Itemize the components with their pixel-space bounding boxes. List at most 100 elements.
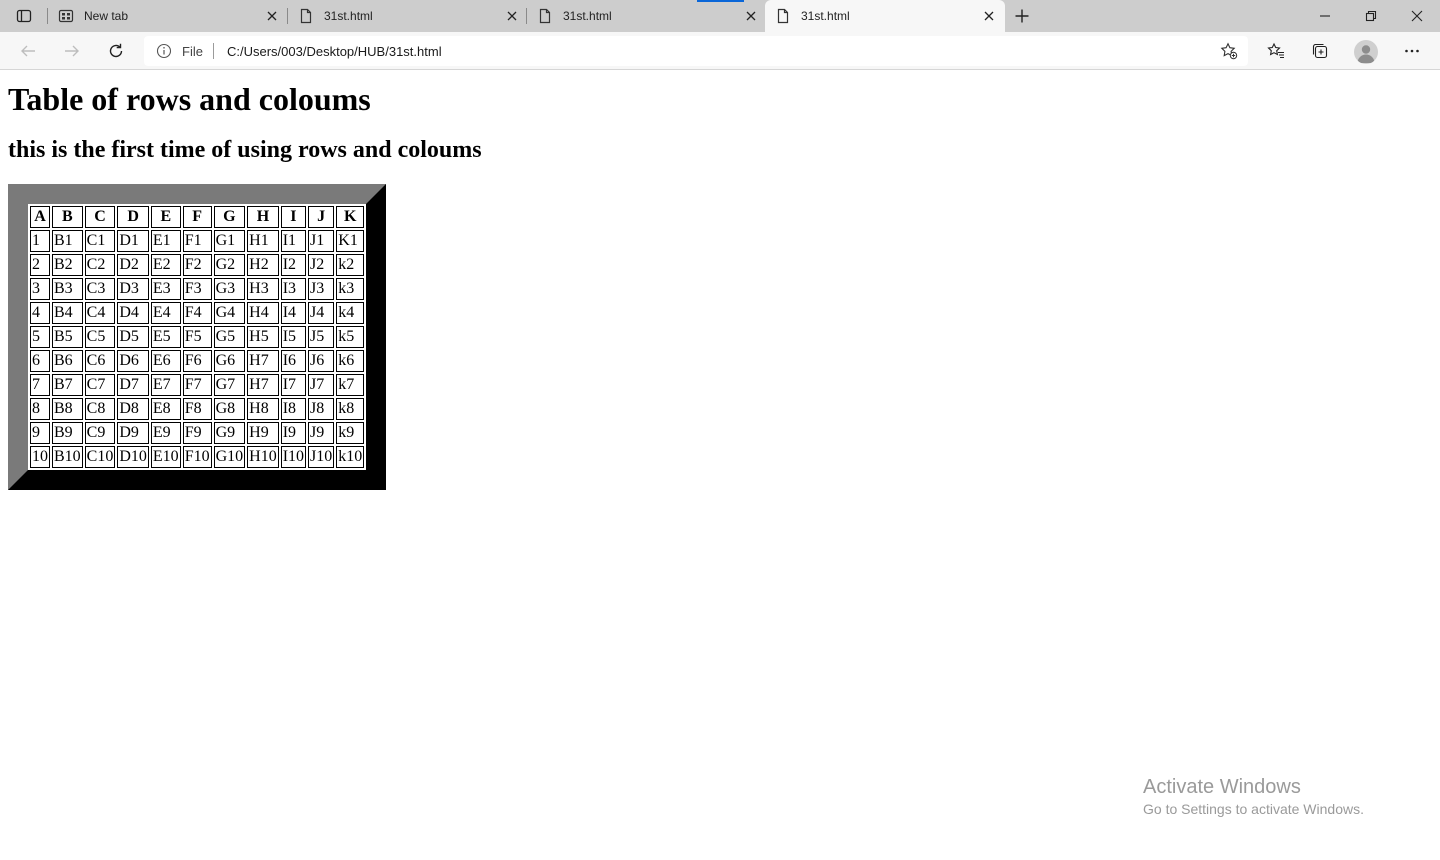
table-cell: C6 — [84, 350, 116, 372]
table-cell: G8 — [213, 398, 246, 420]
table-cell: E5 — [150, 326, 181, 348]
minimize-icon — [1320, 15, 1330, 17]
table-cell: G1 — [213, 230, 246, 252]
table-cell: G10 — [213, 446, 246, 468]
table-cell: D8 — [117, 398, 149, 420]
table-cell: J5 — [308, 326, 335, 348]
table-body: 1 B1 C1 D1 E1 F1 G1 H1 I1 J1 K1 2 B2 C2 D2 E2 F2 G2 H2 I2 J2… — [30, 230, 365, 468]
settings-more-button[interactable] — [1396, 36, 1428, 66]
table-cell: B5 — [52, 326, 83, 348]
page-subheading: this is the first time of using rows and… — [8, 137, 482, 163]
table-cell: C10 — [84, 446, 116, 468]
table-cell: k5 — [336, 326, 365, 348]
table-row: 5 B5 C5 D5 E5 F5 G5 H5 I5 J5 k5 — [30, 326, 365, 348]
favorites-button[interactable] — [1260, 36, 1292, 66]
close-tab-icon[interactable] — [743, 8, 759, 24]
table-cell: 7 — [30, 374, 50, 396]
tab-title: New tab — [84, 9, 129, 23]
address-bar[interactable]: File C:/Users/003/Desktop/HUB/31st.html — [144, 36, 1248, 66]
tab-31st-html-1[interactable]: 31st.html — [288, 0, 528, 32]
table-cell: E9 — [150, 422, 181, 444]
table-row: 9 B9 C9 D9 E9 F9 G9 H9 I9 J9 k9 — [30, 422, 365, 444]
table-cell: C8 — [84, 398, 116, 420]
back-button[interactable] — [12, 36, 44, 66]
table-cell: G4 — [213, 302, 246, 324]
add-favorite-star-icon[interactable] — [1220, 42, 1238, 60]
column-header: F — [182, 206, 212, 228]
table-cell: B10 — [52, 446, 83, 468]
document-icon — [539, 8, 551, 24]
table-row: 1 B1 C1 D1 E1 F1 G1 H1 I1 J1 K1 — [30, 230, 365, 252]
table-cell: C3 — [84, 278, 116, 300]
table-cell: H5 — [247, 326, 279, 348]
rows-columns-table: ABCDEFGHIJK 1 B1 C1 D1 E1 F1 G1 H1 I1 J1 K1 2 B2 C2 D2… — [8, 184, 387, 490]
table-cell: B7 — [52, 374, 83, 396]
refresh-button[interactable] — [100, 36, 132, 66]
url-text[interactable]: C:/Users/003/Desktop/HUB/31st.html — [227, 44, 442, 59]
table-cell: 4 — [30, 302, 50, 324]
close-window-button[interactable] — [1394, 0, 1440, 32]
table-cell: I9 — [280, 422, 307, 444]
close-tab-icon[interactable] — [981, 8, 997, 24]
table-cell: I3 — [280, 278, 307, 300]
table-cell: D9 — [117, 422, 149, 444]
table-cell: E4 — [150, 302, 181, 324]
table-cell: D4 — [117, 302, 149, 324]
table-row: 2 B2 C2 D2 E2 F2 G2 H2 I2 J2 k2 — [30, 254, 365, 276]
table-cell: F4 — [182, 302, 212, 324]
tab-31st-html-2[interactable]: 31st.html — [527, 0, 767, 32]
minimize-button[interactable] — [1302, 0, 1348, 32]
table-cell: F1 — [182, 230, 212, 252]
column-header: I — [280, 206, 307, 228]
new-tab-button[interactable] — [1008, 4, 1036, 28]
tab-title: 31st.html — [563, 9, 612, 23]
new-tab-page-icon — [58, 9, 74, 23]
document-icon — [300, 8, 312, 24]
close-tab-icon[interactable] — [504, 8, 520, 24]
restore-button[interactable] — [1348, 0, 1394, 32]
table-cell: D1 — [117, 230, 149, 252]
table-cell: J10 — [308, 446, 335, 468]
page-heading: Table of rows and coloums — [8, 81, 371, 117]
table-cell: E2 — [150, 254, 181, 276]
watermark-title: Activate Windows — [1143, 776, 1301, 798]
table-cell: H4 — [247, 302, 279, 324]
profile-avatar[interactable] — [1354, 40, 1378, 64]
table-cell: G6 — [213, 350, 246, 372]
table-cell: B9 — [52, 422, 83, 444]
tab-actions-button[interactable] — [10, 4, 38, 28]
table-cell: H7 — [247, 374, 279, 396]
tab-new-tab[interactable]: New tab — [48, 0, 288, 32]
table-cell: 6 — [30, 350, 50, 372]
table-cell: H8 — [247, 398, 279, 420]
table-cell: E1 — [150, 230, 181, 252]
table-cell: H1 — [247, 230, 279, 252]
table-row: 8 B8 C8 D8 E8 F8 G8 H8 I8 J8 k8 — [30, 398, 365, 420]
table-container: ABCDEFGHIJK 1 B1 C1 D1 E1 F1 G1 H1 I1 J1 K1 2 B2 C2 D2… — [8, 184, 387, 490]
document-icon — [777, 8, 789, 24]
table-cell: C4 — [84, 302, 116, 324]
table-cell: J4 — [308, 302, 335, 324]
table-cell: 5 — [30, 326, 50, 348]
close-tab-icon[interactable] — [264, 8, 280, 24]
tab-actions-icon — [16, 9, 32, 23]
table-cell: J7 — [308, 374, 335, 396]
tab-strip: New tab 31st.html 31st.html 31st.html — [0, 0, 1440, 32]
table-cell: J8 — [308, 398, 335, 420]
table-cell: B2 — [52, 254, 83, 276]
table-cell: H7 — [247, 350, 279, 372]
tab-31st-html-active[interactable]: 31st.html — [765, 0, 1005, 32]
collections-button[interactable] — [1304, 36, 1336, 66]
table-cell: C7 — [84, 374, 116, 396]
column-header: B — [52, 206, 83, 228]
table-cell: E3 — [150, 278, 181, 300]
table-cell: J3 — [308, 278, 335, 300]
info-icon[interactable] — [156, 43, 172, 59]
table-cell: F7 — [182, 374, 212, 396]
forward-button[interactable] — [56, 36, 88, 66]
watermark-subtitle: Go to Settings to activate Windows. — [1143, 801, 1364, 817]
table-row: 10 B10 C10 D10 E10 F10 G10 H10 I10 J10 k10 — [30, 446, 365, 468]
web-page-content: Table of rows and coloums this is the fi… — [0, 71, 1440, 860]
table-cell: H3 — [247, 278, 279, 300]
table-cell: k6 — [336, 350, 365, 372]
